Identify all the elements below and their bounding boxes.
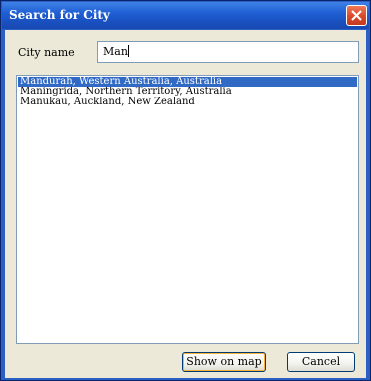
city-results-list[interactable]: Mandurah, Western Australia, Australia M… bbox=[16, 75, 359, 344]
list-item[interactable]: Mandurah, Western Australia, Australia bbox=[18, 77, 357, 87]
close-icon bbox=[351, 10, 362, 21]
list-item[interactable]: Maningrida, Northern Territory, Australi… bbox=[18, 87, 357, 97]
city-name-input[interactable]: Man bbox=[97, 41, 359, 63]
title-bar[interactable]: Search for City bbox=[2, 2, 369, 29]
close-button[interactable] bbox=[346, 5, 367, 26]
dialog-body: City name Man Mandurah, Western Australi… bbox=[5, 30, 366, 378]
search-for-city-dialog: Search for City City name Man Mandurah, … bbox=[0, 0, 371, 381]
list-item[interactable]: Manukau, Auckland, New Zealand bbox=[18, 97, 357, 107]
show-on-map-button[interactable]: Show on map bbox=[182, 352, 266, 372]
window-title: Search for City bbox=[9, 8, 110, 22]
cancel-button[interactable]: Cancel bbox=[287, 352, 355, 372]
city-name-label: City name bbox=[18, 46, 75, 59]
text-caret bbox=[127, 45, 129, 57]
city-name-value: Man bbox=[103, 45, 128, 58]
